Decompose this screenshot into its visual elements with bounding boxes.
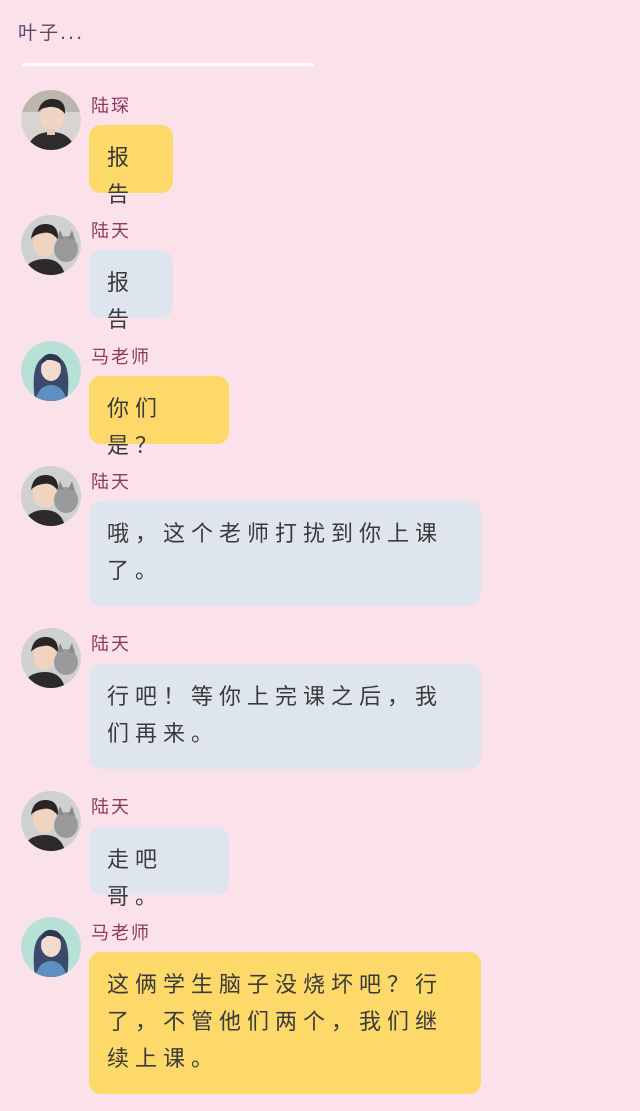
chat-title: 叶子... xyxy=(18,22,85,44)
girl-avatar[interactable] xyxy=(21,341,81,401)
sender-name: 马老师 xyxy=(91,923,151,944)
message-bubble[interactable]: 报告 xyxy=(89,250,173,333)
message-bubble[interactable]: 报告 xyxy=(89,125,173,208)
message-bubble[interactable]: 走吧哥。 xyxy=(89,827,229,910)
sender-name: 马老师 xyxy=(91,347,151,368)
message-bubble[interactable]: 这俩学生脑子没烧坏吧？行了，不管他们两个，我们继续上课。 xyxy=(89,952,481,1094)
boy-cat-avatar[interactable] xyxy=(21,466,81,526)
sender-name: 陆天 xyxy=(91,221,131,242)
message-bubble[interactable]: 哦，这个老师打扰到你上课了。 xyxy=(89,501,481,606)
sender-name: 陆天 xyxy=(91,472,131,493)
message-bubble[interactable]: 你们是？ xyxy=(89,376,229,459)
boy-cat-avatar[interactable] xyxy=(21,215,81,275)
boy-cat-avatar[interactable] xyxy=(21,628,81,688)
sender-name: 陆天 xyxy=(91,797,131,818)
sender-name: 陆琛 xyxy=(91,96,131,117)
boy-avatar[interactable] xyxy=(21,90,81,150)
boy-cat-avatar[interactable] xyxy=(21,791,81,851)
sender-name: 陆天 xyxy=(91,634,131,655)
message-bubble[interactable]: 行吧！等你上完课之后，我们再来。 xyxy=(89,664,481,769)
girl-avatar[interactable] xyxy=(21,917,81,977)
header-divider xyxy=(22,63,314,66)
